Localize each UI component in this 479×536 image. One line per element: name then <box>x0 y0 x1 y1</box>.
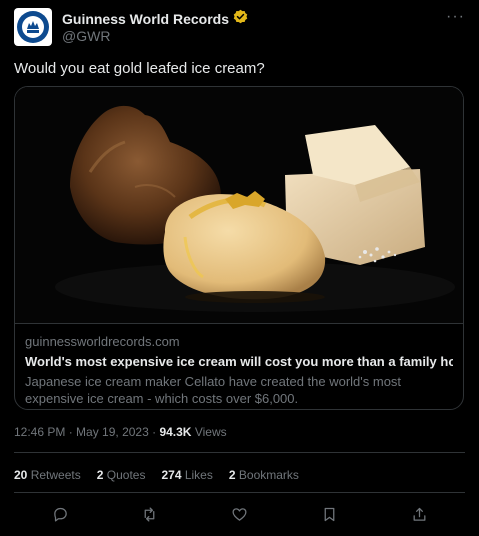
card-text-area: guinnessworldrecords.com World's most ex… <box>15 323 463 407</box>
share-button[interactable] <box>409 504 429 524</box>
handle[interactable]: @GWR <box>62 28 110 44</box>
bookmark-icon <box>324 507 335 521</box>
views-label: Views <box>194 425 227 439</box>
bookmarks-stat[interactable]: 2 Bookmarks <box>229 468 299 482</box>
retweets-count: 20 <box>14 468 28 482</box>
quotes-label: Quotes <box>106 468 146 482</box>
action-bar <box>14 504 465 524</box>
gwr-logo-icon <box>17 11 49 43</box>
quotes-count: 2 <box>96 468 104 482</box>
like-button[interactable] <box>230 504 250 524</box>
retweets-label: Retweets <box>30 468 81 482</box>
ice-cream-photo <box>15 87 463 323</box>
quotes-stat[interactable]: 2 Quotes <box>97 468 146 482</box>
timestamp-time[interactable]: 12:46 PM <box>14 425 65 439</box>
author-name-row: Guinness World Records <box>62 9 248 29</box>
bookmarks-label: Bookmarks <box>238 468 299 482</box>
divider <box>14 492 465 493</box>
reply-button[interactable] <box>50 504 70 524</box>
card-domain: guinnessworldrecords.com <box>25 334 180 349</box>
more-icon[interactable]: ··· <box>446 8 465 26</box>
retweet-button[interactable] <box>140 504 160 524</box>
share-icon <box>413 507 425 521</box>
card-image[interactable] <box>15 87 463 323</box>
likes-count: 274 <box>161 468 182 482</box>
verified-badge-icon <box>233 9 248 29</box>
card-description: Japanese ice cream maker Cellato have cr… <box>25 374 402 406</box>
tweet-text: Would you eat gold leafed ice cream? <box>14 60 265 77</box>
tweet-meta: 12:46 PM · May 19, 2023 · 94.3K Views <box>14 425 227 439</box>
divider <box>14 452 465 453</box>
link-card[interactable]: guinnessworldrecords.com World's most ex… <box>14 86 464 410</box>
reply-icon <box>53 507 67 522</box>
display-name[interactable]: Guinness World Records <box>62 11 229 27</box>
views-count: 94.3K <box>159 425 192 439</box>
like-icon <box>232 507 247 521</box>
card-title[interactable]: World's most expensive ice cream will co… <box>25 354 453 369</box>
retweet-icon <box>144 506 155 522</box>
likes-stat[interactable]: 274 Likes <box>161 468 212 482</box>
bookmark-button[interactable] <box>319 504 339 524</box>
engagement-stats: 20 Retweets 2 Quotes 274 Likes 2 Bookmar… <box>14 468 299 482</box>
bookmarks-count: 2 <box>228 468 236 482</box>
avatar[interactable] <box>14 8 52 46</box>
timestamp-date[interactable]: May 19, 2023 <box>76 425 149 439</box>
retweets-stat[interactable]: 20 Retweets <box>14 468 81 482</box>
likes-label: Likes <box>184 468 213 482</box>
